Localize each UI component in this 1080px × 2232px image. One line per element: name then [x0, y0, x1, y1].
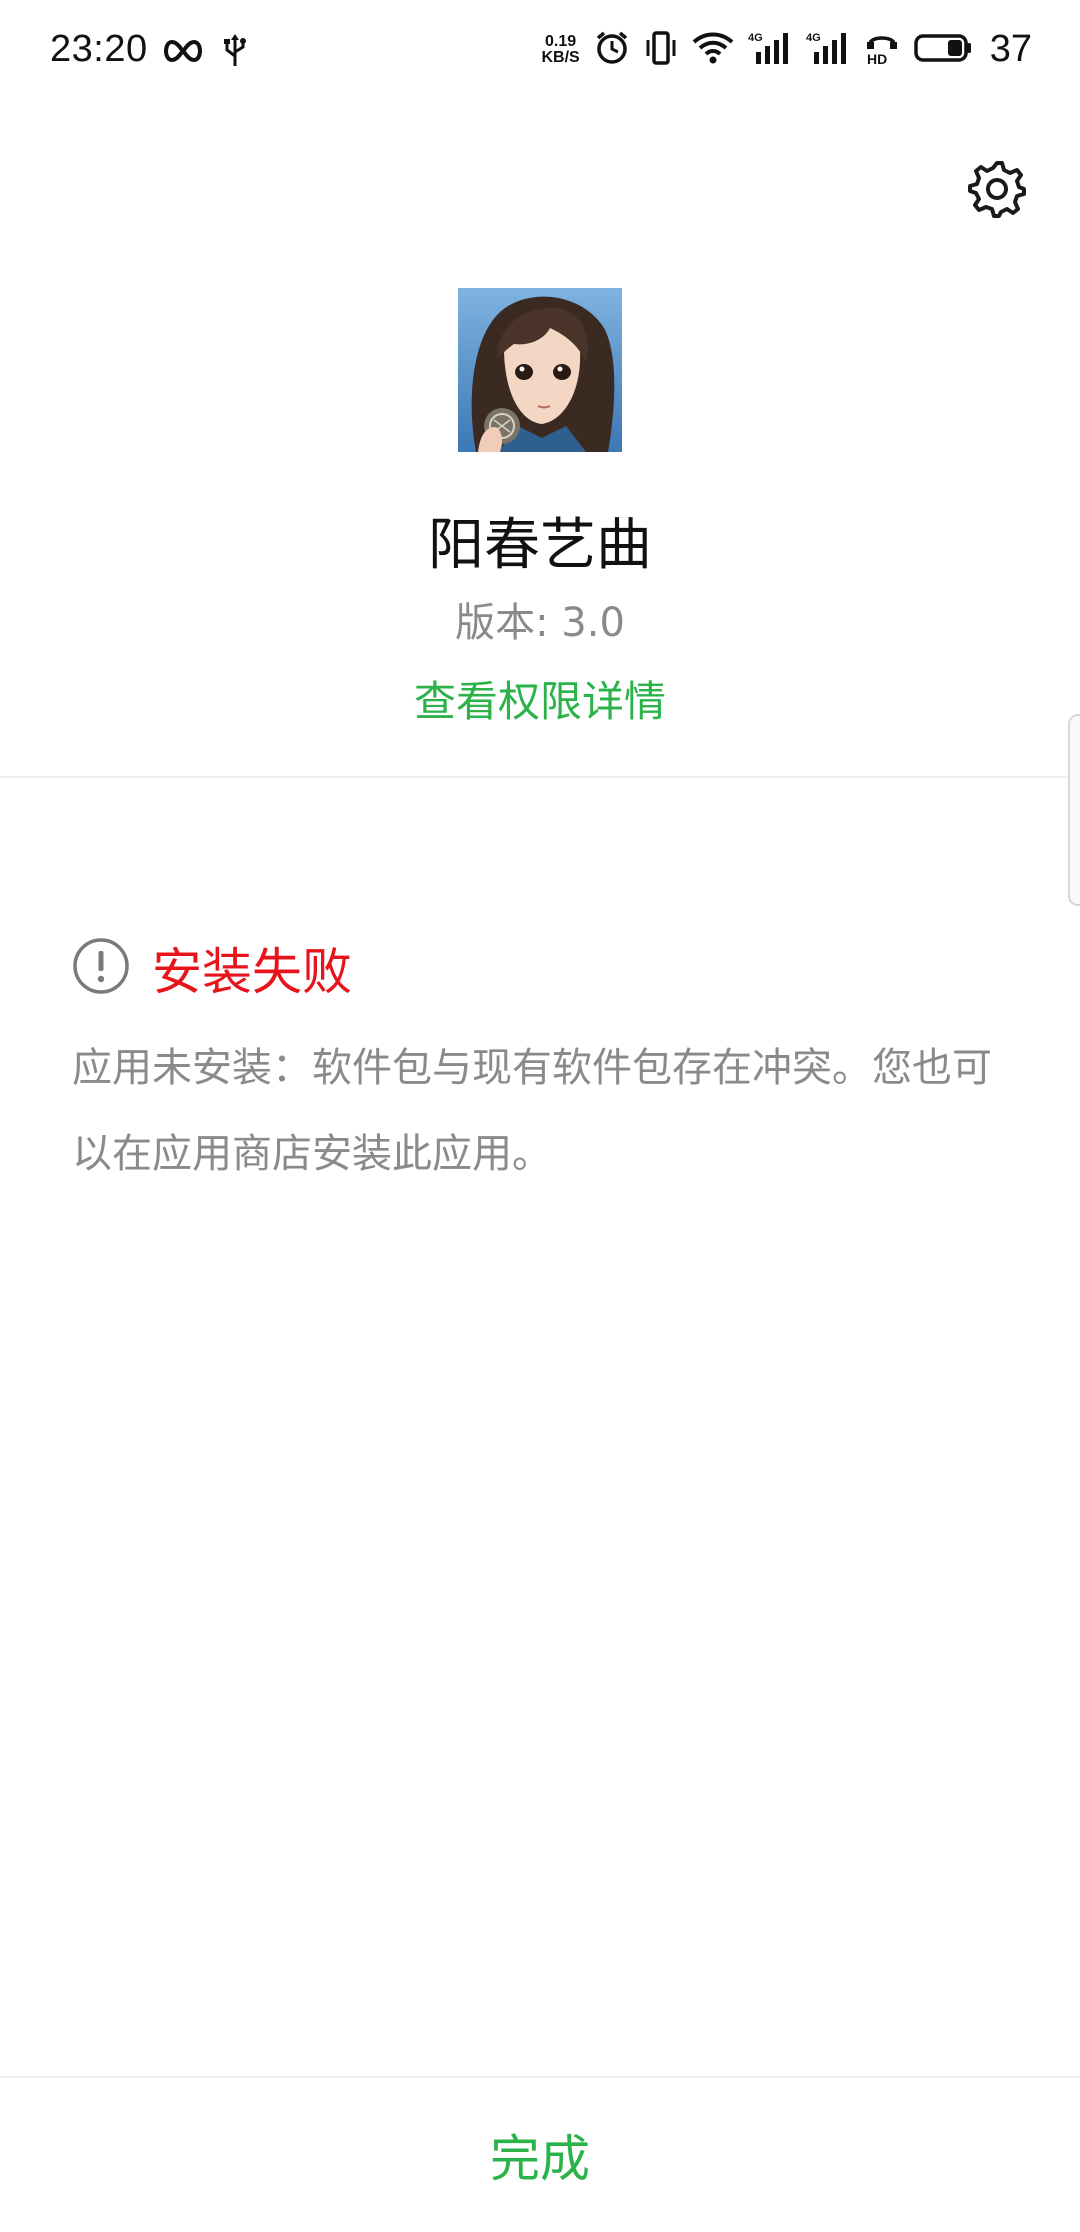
signal-4g-icon: 4G [806, 30, 850, 70]
status-bar: 23:20 0.19 KB/S 4G 4G HD 37 [0, 0, 1080, 110]
view-permissions-link[interactable]: 查看权限详情 [414, 677, 666, 726]
alarm-icon [594, 30, 630, 70]
divider [0, 776, 1080, 778]
app-icon [458, 288, 622, 452]
app-name: 阳春艺曲 [428, 513, 652, 578]
alert-icon [72, 937, 130, 999]
app-version: 版本: 3.0 [455, 600, 625, 646]
install-status-row: 安装失败 [72, 932, 352, 1004]
installer-screen: 23:20 0.19 KB/S 4G 4G HD 37 阳春艺曲 版本: 3.0… [0, 0, 1080, 2232]
wifi-icon [692, 31, 734, 69]
done-button[interactable]: 完成 [0, 2078, 1080, 2232]
edge-scroll-handle[interactable] [1068, 714, 1080, 906]
vibrate-icon [644, 30, 678, 70]
install-failed-title: 安装失败 [152, 943, 352, 1001]
usb-icon [222, 34, 248, 72]
status-time: 23:20 [50, 28, 148, 70]
battery-icon [913, 31, 972, 69]
status-left-icons [160, 34, 248, 72]
settings-button[interactable] [964, 158, 1030, 224]
battery-level: 37 [989, 28, 1032, 70]
signal-4g-icon: 4G [748, 30, 792, 70]
permissions-link-row: 查看权限详情 [0, 668, 1080, 729]
hd-call-icon: HD [864, 30, 900, 70]
net-speed-value: 0.19 [545, 32, 577, 50]
svg-text:HD: HD [867, 51, 887, 66]
infinity-icon [160, 36, 206, 70]
gear-icon [966, 158, 1028, 224]
net-speed: 0.19 KB/S [541, 32, 580, 66]
svg-text:4G: 4G [748, 32, 763, 44]
install-failed-message: 应用未安装：软件包与现有软件包存在冲突。您也可以在应用商店安装此应用。 [72, 1045, 992, 1177]
svg-text:4G: 4G [806, 32, 821, 44]
net-speed-unit: KB/S [541, 48, 580, 66]
status-right-icons: 0.19 KB/S 4G 4G HD 37 [541, 28, 1032, 71]
